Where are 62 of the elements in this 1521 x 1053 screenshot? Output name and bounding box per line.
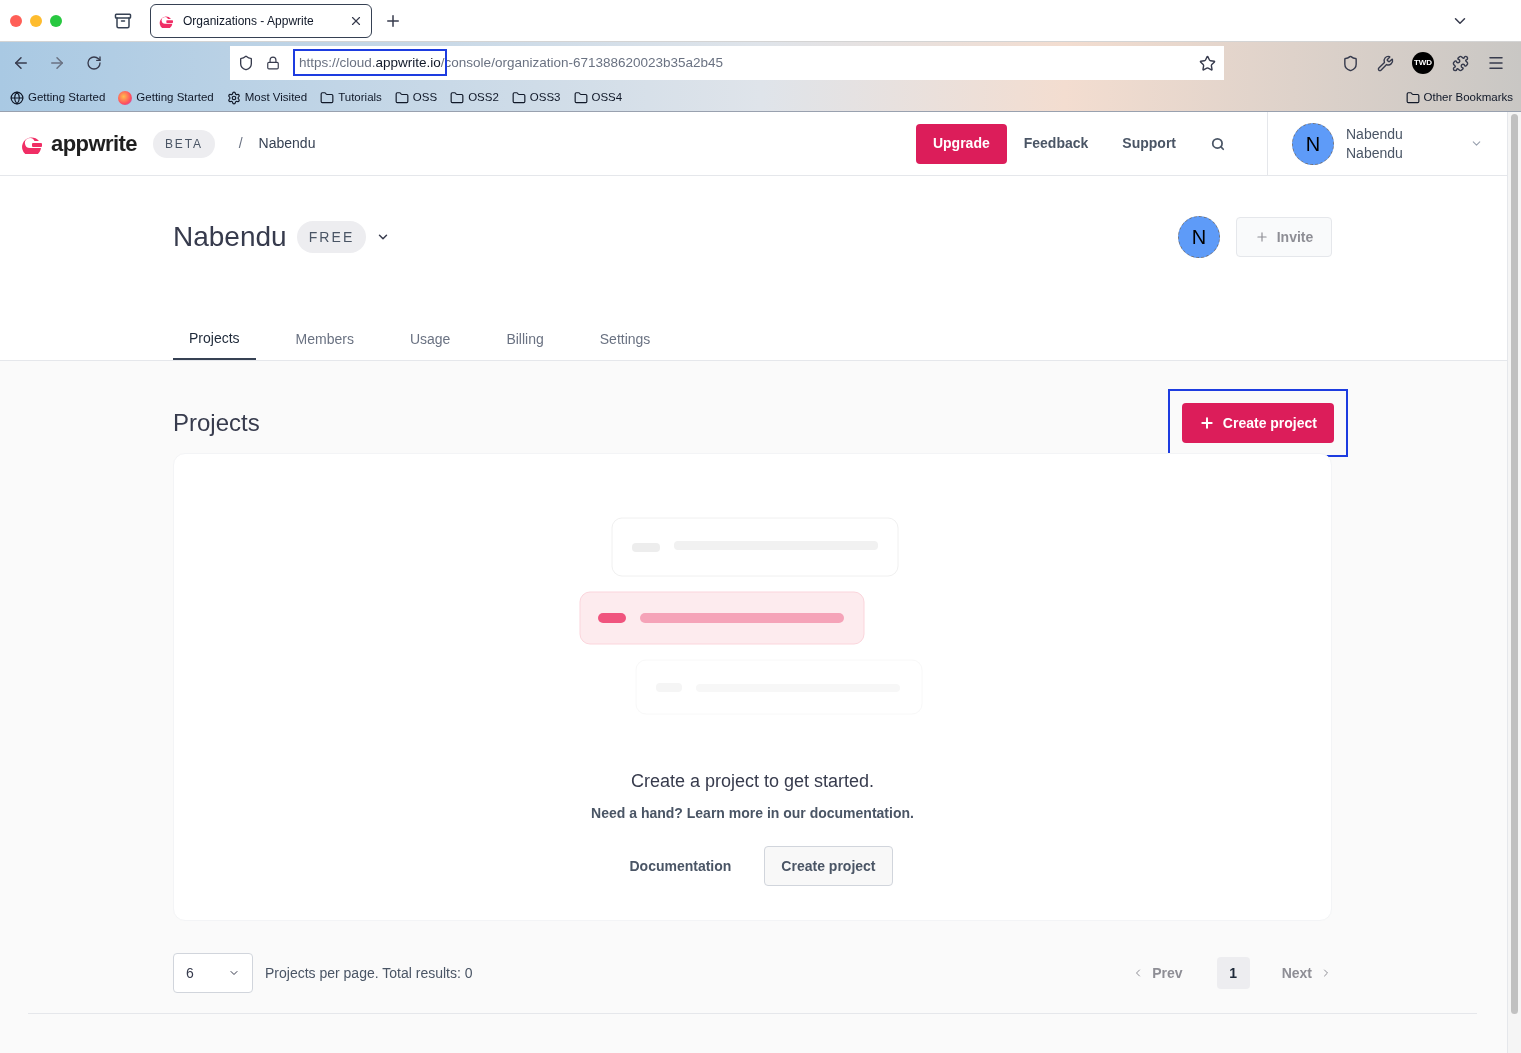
create-project-button[interactable]: Create project: [764, 846, 893, 886]
plan-badge: FREE: [296, 221, 367, 253]
shield-icon: [238, 55, 254, 71]
breadcrumb-separator: /: [238, 134, 243, 153]
menu-icon[interactable]: [1487, 54, 1505, 72]
folder-icon: [450, 90, 465, 105]
bookmark-item[interactable]: OSS3: [511, 88, 561, 107]
nav-link[interactable]: Feedback: [1023, 133, 1089, 154]
tab[interactable]: Members: [279, 318, 370, 360]
folder-icon: [320, 90, 335, 105]
tab[interactable]: Billing: [490, 318, 560, 360]
lock-icon: [266, 56, 280, 70]
user-subtitle: Nabendu: [1346, 143, 1404, 163]
section-title: Projects: [173, 408, 260, 438]
organization-title: Nabendu: [173, 220, 287, 254]
wrench-icon[interactable]: [1377, 54, 1394, 72]
browser-tab[interactable]: Organizations - Appwrite: [150, 3, 372, 38]
bookmark-star-icon[interactable]: [1199, 54, 1216, 72]
avatar: N: [1292, 122, 1334, 165]
folder-icon: [573, 90, 588, 105]
avatar: N: [1178, 216, 1220, 258]
bookmark-item[interactable]: OSS4: [573, 88, 623, 107]
folder-icon: [1405, 90, 1420, 105]
tab-overview-icon[interactable]: [114, 11, 132, 30]
upgrade-button[interactable]: Upgrade: [915, 123, 1007, 164]
plus-icon: [1198, 415, 1215, 431]
gear-icon: [226, 90, 241, 105]
folder-icon: [511, 90, 526, 105]
globe-icon: [10, 90, 24, 105]
bookmark-item[interactable]: Most Visited: [226, 88, 308, 107]
beta-badge: BETA: [153, 129, 215, 158]
forward-icon[interactable]: [48, 54, 66, 72]
folder-icon: [394, 90, 409, 105]
bookmark-item[interactable]: OSS: [394, 88, 438, 107]
tab[interactable]: Settings: [583, 318, 667, 360]
nav-link[interactable]: Support: [1122, 133, 1176, 154]
plus-icon: [1254, 230, 1269, 244]
browser-logo-icon: [118, 90, 133, 105]
empty-state-subtitle: Need a hand? Learn more in our documentation.: [591, 804, 914, 823]
bookmark-item[interactable]: Getting Started: [118, 88, 214, 107]
reload-icon[interactable]: [86, 55, 102, 71]
other-bookmarks[interactable]: Other Bookmarks: [1405, 88, 1513, 107]
per-page-select[interactable]: 6: [173, 953, 253, 993]
extensions-icon[interactable]: [1452, 54, 1469, 72]
page-number[interactable]: 1: [1216, 957, 1250, 989]
tab[interactable]: Usage: [393, 318, 467, 360]
profile-badge[interactable]: TWD: [1412, 52, 1434, 74]
empty-state-title: Create a project to get started.: [630, 770, 875, 793]
back-icon[interactable]: [12, 54, 30, 72]
bookmark-item[interactable]: OSS2: [450, 88, 499, 107]
create-project-button[interactable]: Create project: [1181, 403, 1334, 443]
breadcrumb-link[interactable]: Nabendu: [258, 133, 316, 154]
logo-text: appwrite: [51, 130, 138, 158]
close-window-icon[interactable]: [10, 14, 22, 27]
user-menu[interactable]: N Nabendu Nabendu: [1267, 112, 1507, 175]
bookmark-item[interactable]: Tutorials: [320, 88, 382, 107]
scrollbar-thumb[interactable]: [1511, 114, 1518, 1014]
search-icon[interactable]: [1211, 136, 1225, 151]
bookmark-item[interactable]: Getting Started: [10, 88, 106, 107]
documentation-link[interactable]: Documentation: [612, 846, 749, 886]
user-name: Nabendu: [1346, 124, 1404, 144]
pagination-summary: Projects per page. Total results: 0: [265, 963, 473, 983]
